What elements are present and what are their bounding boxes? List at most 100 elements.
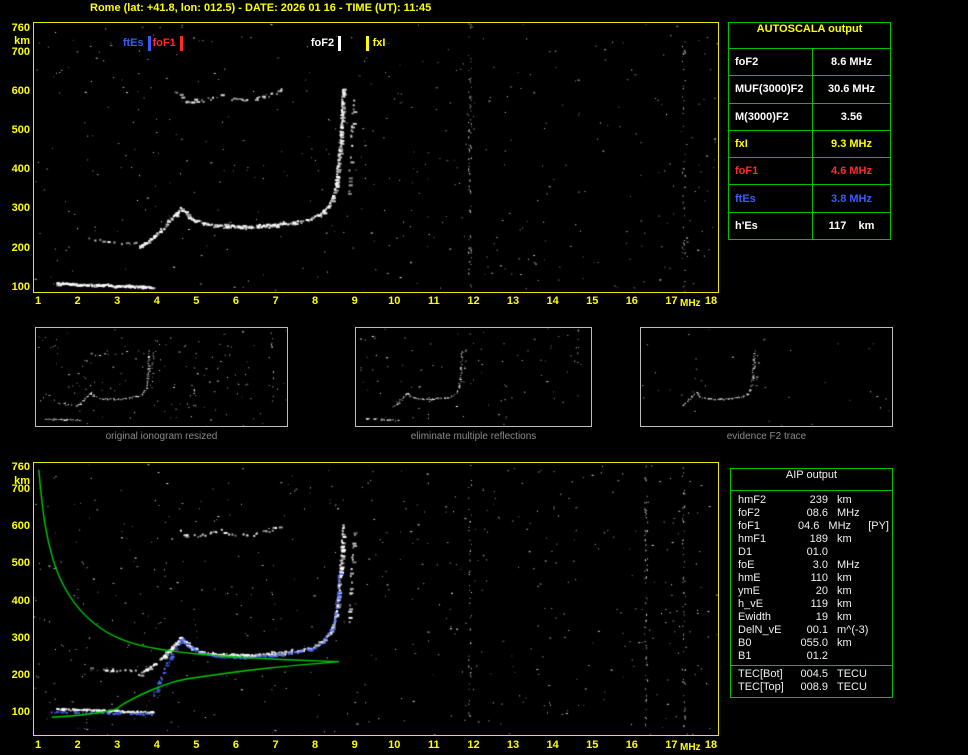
aip-row-value: 04.6: [797, 520, 820, 532]
aip-row-extra: [881, 533, 889, 546]
autoscala-row-value: 8.6 MHz: [831, 56, 872, 69]
aip-row-unit: TECU: [837, 681, 867, 693]
aip-row: hmF1 189 km: [731, 533, 892, 546]
aip-row-unit: km: [837, 585, 852, 597]
bottom-plot-x-tick-label: 15: [586, 739, 599, 751]
aip-row-extra: [881, 637, 889, 650]
top-plot-y-unit-label: km: [14, 35, 30, 47]
aip-row-label: ymE: [738, 585, 760, 597]
top-plot-x-tick-label: 9: [351, 295, 358, 307]
aip-row-label: Ewidth: [738, 611, 772, 623]
bottom-plot-y-tick-label: 300: [11, 631, 30, 644]
top-plot-x-tick-label: 5: [193, 295, 200, 307]
aip-row: TEC[Top] 008.9 TECU: [731, 681, 892, 694]
top-plot-x-tick-label: 4: [153, 295, 160, 307]
bottom-plot-x-tick-label: 16: [625, 739, 638, 751]
aip-row-value: 00.1: [806, 624, 828, 636]
top-plot-x-tick-label: 2: [74, 295, 81, 307]
top-plot-x-tick-label: 13: [506, 295, 520, 307]
autoscala-table-rows: foF2 8.6 MHz MUF(3000)F2 30.6 MHz M(3000)F2 3…: [729, 49, 890, 239]
aip-row-value: 008.9: [800, 681, 828, 693]
aip-row-extra: [881, 681, 889, 694]
autoscala-row-label: ftEs: [729, 185, 813, 212]
aip-row-unit: km: [837, 611, 852, 623]
autoscala-row-label: h'Es: [729, 212, 813, 239]
aip-row-extra: [881, 494, 889, 507]
aip-row-unit: km: [837, 637, 852, 649]
aip-row: TEC[Bot] 004.5 TECU: [731, 668, 892, 681]
bottom-plot-x-tick-label: 3: [114, 739, 121, 751]
foF1-marker-tick: [179, 36, 183, 51]
autoscala-row-label: foF2: [729, 49, 813, 76]
bottom-plot-x-tick-label: 12: [467, 739, 480, 751]
thumbnail-caption-evidence-f2: evidence F2 trace: [726, 431, 807, 442]
foF2-marker-tick: [337, 36, 341, 51]
ionogram-canvas: [34, 23, 718, 292]
bottom-plot-x-tick-label: 11: [428, 739, 440, 751]
aip-row-label: B1: [738, 650, 752, 662]
bottom-plot-y-unit-label: km: [14, 475, 30, 487]
aip-row-extra: [PY]: [868, 520, 889, 532]
bottom-plot-y-tick-label: 760: [11, 461, 30, 473]
bottom-plot-x-tick-label: 2: [74, 739, 81, 751]
bottom-plot-x-tick-label: 10: [388, 739, 401, 751]
aip-row-extra: [881, 611, 889, 624]
bottom-plot-x-tick-label: 5: [193, 739, 200, 751]
bottom-plot-x-tick-label: 7: [272, 739, 279, 751]
autoscala-output-table: AUTOSCALA output foF2 8.6 MHz MUF(3000)F2 3…: [728, 22, 891, 240]
autoscala-app-screen: Rome (lat: +41.8, lon: 012.5) - DATE: 20…: [0, 0, 968, 755]
aip-row-extra: [881, 572, 889, 585]
aip-row: ymE 20 km: [731, 585, 892, 598]
autoscala-row-label: M(3000)F2: [729, 103, 813, 130]
fxI-marker-tick: [365, 36, 369, 51]
autoscala-row-label: MUF(3000)F2: [729, 76, 813, 103]
autoscala-row: fxI 9.3 MHz: [729, 130, 890, 159]
aip-row-label: hmE: [738, 572, 761, 584]
top-plot-y-tick-label: 400: [11, 163, 30, 176]
top-plot-x-tick-label: 3: [114, 295, 121, 307]
aip-row-unit: km: [837, 494, 852, 506]
aip-row-extra: [881, 559, 889, 572]
aip-row: foE 3.0 MHz: [731, 559, 892, 572]
ionogram-plot-frame: [33, 22, 719, 293]
aip-row: foF2 08.6 MHz: [731, 507, 892, 520]
autoscala-row-value: 4.6 MHz: [831, 165, 872, 178]
bottom-plot-x-tick-label: 13: [506, 739, 520, 751]
aip-row-unit: km: [837, 598, 852, 610]
aip-row-label: TEC[Bot]: [738, 668, 783, 680]
aip-row: B0 055.0 km: [731, 637, 892, 650]
aip-row-label: h_vE: [738, 598, 764, 610]
autoscala-row-value: 9.3 MHz: [831, 137, 872, 150]
top-plot-y-tick-label: 500: [11, 123, 30, 136]
top-plot-y-tick-label: 100: [11, 280, 30, 293]
aip-row: DelN_vE 00.1 m^(-3): [731, 624, 892, 637]
aip-row-value: 08.6: [806, 507, 828, 519]
top-plot-x-tick-label: 16: [625, 295, 638, 307]
bottom-plot-x-unit-label: MHz: [680, 742, 701, 753]
aip-row-value: 055.0: [800, 637, 828, 649]
top-plot-x-tick-label: 12: [467, 295, 480, 307]
aip-row-value: 189: [809, 533, 828, 545]
top-plot-x-tick-label: 15: [586, 295, 599, 307]
aip-row-extra: [881, 507, 889, 520]
aip-row-extra: [881, 668, 889, 681]
ftEs-marker-label: ftEs: [122, 37, 144, 49]
bottom-plot-y-tick-label: 600: [11, 520, 30, 533]
thumbnail-original-ionogram-canvas: [36, 328, 287, 426]
aip-row-unit: MHz: [837, 559, 860, 571]
aip-tec-separator: [731, 665, 892, 666]
top-plot-y-tick-label: 200: [11, 241, 30, 254]
aip-row-extra: [881, 585, 889, 598]
aip-row-unit: [828, 546, 881, 559]
aip-row: h_vE 119 km: [731, 598, 892, 611]
aip-row-label: DelN_vE: [738, 624, 782, 636]
aip-row-extra: [881, 624, 889, 637]
bottom-plot-y-tick-label: 400: [11, 594, 30, 607]
aip-row-value: 19: [815, 611, 828, 623]
aip-row: hmF2 239 km: [731, 494, 892, 507]
aip-row-value: 239: [809, 494, 828, 506]
thumbnail-evidence-f2-trace-canvas: [641, 328, 892, 426]
top-plot-x-tick-label: 11: [428, 295, 440, 307]
top-plot-y-tick-label: 760: [11, 22, 30, 34]
bottom-plot-x-tick-label: 14: [546, 739, 559, 751]
